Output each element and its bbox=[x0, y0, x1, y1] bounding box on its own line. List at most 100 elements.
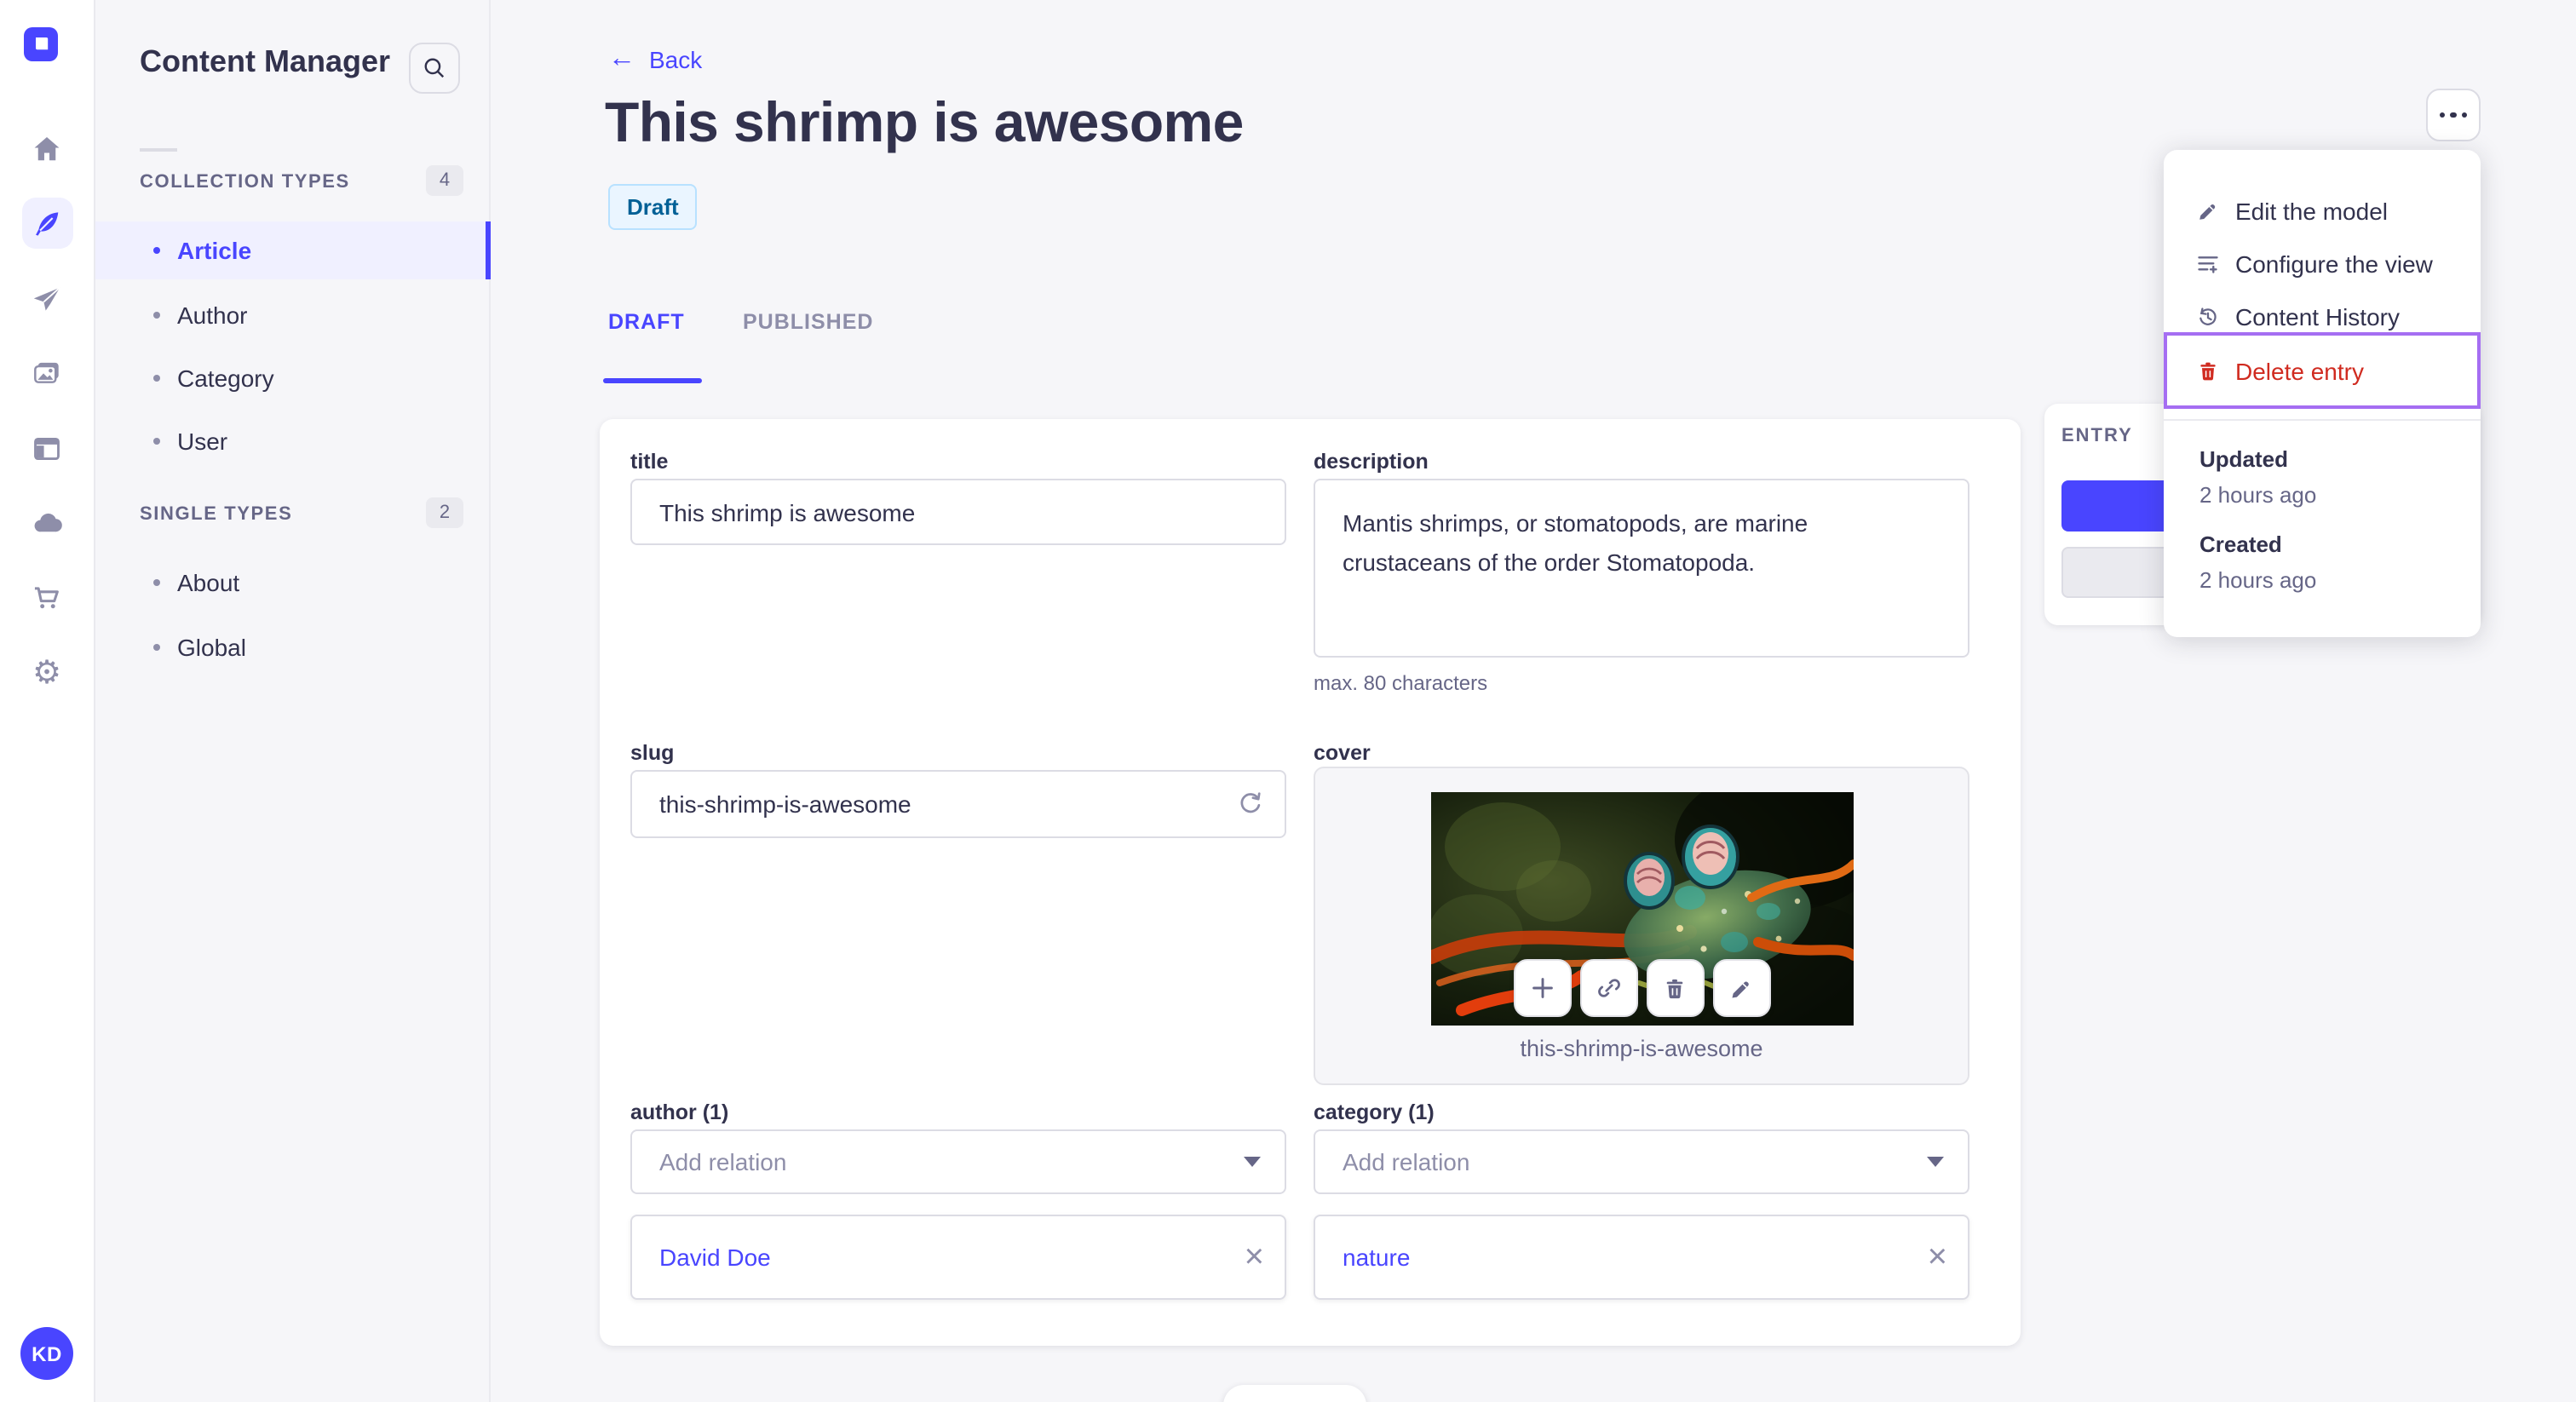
bottom-widget-pill[interactable] bbox=[1223, 1385, 1366, 1402]
dot-icon bbox=[2461, 112, 2468, 118]
cover-media-field: this-shrimp-is-awesome bbox=[1314, 767, 1969, 1085]
active-tab-underline bbox=[603, 378, 702, 383]
sidebar-item-label: Global bbox=[177, 634, 246, 661]
description-textarea[interactable]: Mantis shrimps, or stomatopods, are mari… bbox=[1314, 479, 1969, 658]
updated-label: Updated bbox=[2199, 446, 2288, 472]
category-relation-item: nature × bbox=[1314, 1215, 1969, 1300]
chevron-down-icon bbox=[1244, 1157, 1261, 1167]
sidebar-item-global[interactable]: Global bbox=[95, 618, 491, 676]
main-content: ← Back This shrimp is awesome Draft DRAF… bbox=[491, 0, 2576, 1402]
menu-item-label: Configure the view bbox=[2235, 250, 2433, 277]
add-media-button[interactable] bbox=[1513, 959, 1571, 1017]
author-relation-select[interactable]: Add relation bbox=[630, 1129, 1286, 1194]
title-input-value: This shrimp is awesome bbox=[659, 498, 916, 526]
slug-input[interactable]: this-shrimp-is-awesome bbox=[630, 770, 1286, 838]
collection-types-count: 4 bbox=[426, 165, 463, 196]
pencil-icon bbox=[2196, 198, 2220, 222]
author-relation-link[interactable]: David Doe bbox=[659, 1244, 771, 1271]
updated-value: 2 hours ago bbox=[2199, 482, 2317, 508]
description-value: Mantis shrimps, or stomatopods, are mari… bbox=[1343, 509, 1808, 576]
sidebar-divider bbox=[140, 148, 177, 152]
slug-field-label: slug bbox=[630, 741, 675, 765]
dot-icon bbox=[2450, 112, 2457, 118]
cart-icon[interactable] bbox=[21, 572, 72, 623]
back-label: Back bbox=[649, 46, 703, 73]
bullet-icon bbox=[153, 247, 160, 254]
sidebar-item-label: Article bbox=[177, 237, 252, 264]
entry-options-menu: Edit the model Configure the view Conten… bbox=[2164, 150, 2481, 637]
feather-icon[interactable] bbox=[21, 198, 72, 249]
remove-category-icon[interactable]: × bbox=[1928, 1240, 1947, 1274]
media-icon[interactable] bbox=[21, 348, 72, 399]
back-link[interactable]: ← Back bbox=[608, 44, 703, 73]
description-field-label: description bbox=[1314, 450, 1429, 474]
copy-link-button[interactable] bbox=[1579, 959, 1637, 1017]
chevron-down-icon bbox=[1927, 1157, 1944, 1167]
delete-entry-highlight-outline bbox=[2164, 332, 2481, 409]
search-button[interactable] bbox=[409, 43, 460, 94]
plus-icon bbox=[1528, 974, 1555, 1002]
menu-item-edit-model[interactable]: Edit the model bbox=[2164, 184, 2481, 237]
sidebar-item-label: User bbox=[177, 428, 228, 455]
regenerate-slug-icon[interactable] bbox=[1235, 790, 1264, 819]
delete-media-button[interactable] bbox=[1646, 959, 1704, 1017]
tab-draft[interactable]: DRAFT bbox=[608, 310, 685, 334]
category-relation-select[interactable]: Add relation bbox=[1314, 1129, 1969, 1194]
dot-icon bbox=[2439, 112, 2446, 118]
entry-panel-title: ENTRY bbox=[2061, 426, 2133, 446]
home-icon[interactable] bbox=[21, 123, 72, 174]
description-hint: max. 80 characters bbox=[1314, 671, 1488, 695]
category-select-placeholder: Add relation bbox=[1343, 1148, 1470, 1175]
sidebar-item-user[interactable]: User bbox=[95, 412, 491, 470]
category-relation-link[interactable]: nature bbox=[1343, 1244, 1410, 1271]
author-field-label: author (1) bbox=[630, 1100, 729, 1124]
link-icon bbox=[1595, 974, 1622, 1002]
sidebar-item-category[interactable]: Category bbox=[95, 349, 491, 407]
created-value: 2 hours ago bbox=[2199, 567, 2317, 593]
sidebar-item-article[interactable]: Article bbox=[95, 221, 491, 279]
strapi-logo[interactable] bbox=[24, 27, 58, 61]
more-options-button[interactable] bbox=[2426, 89, 2481, 141]
trash-icon bbox=[1662, 975, 1688, 1001]
bullet-icon bbox=[153, 644, 160, 651]
sidebar-item-label: Author bbox=[177, 302, 248, 329]
author-relation-item: David Doe × bbox=[630, 1215, 1286, 1300]
content-manager-sidebar: Content Manager COLLECTION TYPES 4 Artic… bbox=[95, 0, 491, 1402]
nav-rail: ⚙ KD bbox=[0, 0, 95, 1402]
title-input[interactable]: This shrimp is awesome bbox=[630, 479, 1286, 545]
title-field-label: title bbox=[630, 450, 669, 474]
user-avatar[interactable]: KD bbox=[20, 1327, 73, 1380]
bullet-icon bbox=[153, 375, 160, 382]
sidebar-item-about[interactable]: About bbox=[95, 554, 491, 612]
cloud-icon[interactable] bbox=[21, 497, 72, 549]
menu-item-label: Edit the model bbox=[2235, 197, 2388, 224]
cover-field-label: cover bbox=[1314, 741, 1371, 765]
pencil-icon bbox=[1728, 975, 1754, 1001]
menu-item-configure-view[interactable]: Configure the view bbox=[2164, 237, 2481, 290]
layout-icon[interactable] bbox=[21, 422, 72, 474]
configure-icon bbox=[2196, 251, 2220, 275]
app-window: ⚙ KD Content Manager COLLECTION TYPES 4 … bbox=[0, 0, 2576, 1402]
single-types-count: 2 bbox=[426, 497, 463, 528]
menu-divider bbox=[2164, 419, 2481, 421]
edit-media-button[interactable] bbox=[1712, 959, 1770, 1017]
sidebar-item-label: About bbox=[177, 569, 240, 596]
bullet-icon bbox=[153, 312, 160, 319]
author-select-placeholder: Add relation bbox=[659, 1148, 787, 1175]
entry-form-card: title This shrimp is awesome description… bbox=[600, 419, 2021, 1346]
gear-icon[interactable]: ⚙ bbox=[21, 647, 72, 698]
remove-author-icon[interactable]: × bbox=[1245, 1240, 1264, 1274]
bullet-icon bbox=[153, 579, 160, 586]
paper-plane-icon[interactable] bbox=[21, 273, 72, 324]
category-field-label: category (1) bbox=[1314, 1100, 1435, 1124]
slug-input-value: this-shrimp-is-awesome bbox=[659, 790, 911, 818]
section-single-types: SINGLE TYPES bbox=[140, 504, 293, 525]
sidebar-title: Content Manager bbox=[140, 44, 391, 78]
menu-item-label: Content History bbox=[2235, 302, 2400, 330]
created-label: Created bbox=[2199, 531, 2282, 557]
tab-published[interactable]: PUBLISHED bbox=[743, 310, 873, 334]
back-arrow-icon: ← bbox=[608, 44, 635, 73]
search-icon bbox=[421, 55, 448, 82]
sidebar-item-label: Category bbox=[177, 365, 274, 392]
sidebar-item-author[interactable]: Author bbox=[95, 286, 491, 344]
